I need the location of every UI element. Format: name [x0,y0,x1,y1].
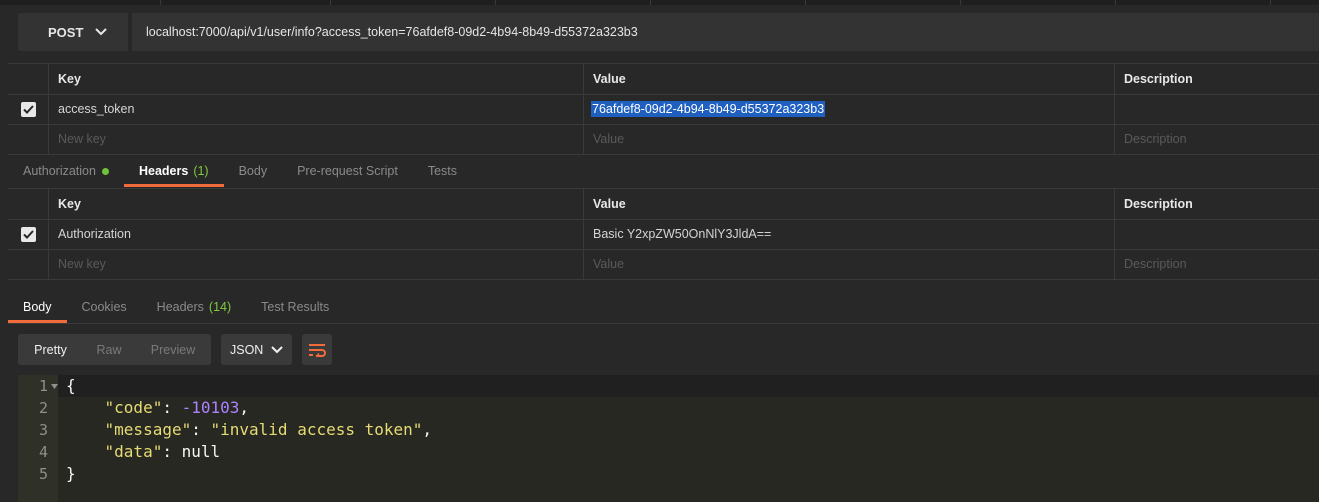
chevron-down-icon [271,345,284,353]
format-label: JSON [230,342,264,357]
request-tabs: Authorization Headers (1) Body Pre-reques… [8,155,1319,187]
tab-label: Cookies [81,300,127,314]
param-description[interactable] [1114,94,1319,124]
column-header-description: Description [1114,189,1319,219]
headers-table: Key Value Description Authorization Basi… [8,188,1319,280]
table-row-new: New key Value Description [8,124,1319,155]
new-value-input[interactable]: Value [583,249,1114,279]
method-label: POST [48,24,84,40]
json-key: "code" [104,398,163,417]
row-checkbox[interactable] [20,226,36,242]
wrap-lines-icon [309,343,326,357]
json-key: "message" [104,420,192,439]
tab-label: Body [23,300,52,314]
preview-button[interactable]: Preview [135,334,211,365]
tab-label: Test Results [261,300,330,314]
params-table: Key Value Description access_token 76afd… [8,63,1319,155]
tab-label: Headers [138,164,189,178]
headers-table-header: Key Value Description [8,188,1319,220]
param-value-cell[interactable]: 76afdef8-09d2-4b94-8b49-d55372a323b3 [583,94,1114,124]
json-string: "invalid access token" [210,420,423,439]
column-header-description: Description [1114,64,1319,94]
raw-button[interactable]: Raw [83,334,135,365]
response-tabs: Body Cookies Headers (14) Test Results [8,291,1319,323]
tab-label: Body [238,164,268,178]
table-row-new: New key Value Description [8,249,1319,280]
code-line: } [66,463,76,485]
line-number: 5 [38,465,48,483]
tab-headers[interactable]: Headers (1) [123,155,224,187]
column-header-value: Value [583,189,1114,219]
column-header-key: Key [48,189,583,219]
check-icon [22,229,34,239]
code-line: "data": null [104,442,221,461]
row-checkbox[interactable] [20,101,36,117]
new-description-input[interactable]: Description [1114,124,1319,154]
tab-test-results[interactable]: Test Results [246,291,344,323]
table-row: Authorization Basic Y2xpZW50OnNlY3JldA== [8,219,1319,250]
tab-count: (14) [208,300,232,314]
tab-response-headers[interactable]: Headers (14) [142,291,246,323]
format-dropdown[interactable]: JSON [221,334,292,365]
tab-authorization[interactable]: Authorization [8,155,124,187]
param-value: 76afdef8-09d2-4b94-8b49-d55372a323b3 [591,101,826,117]
url-input[interactable]: localhost:7000/api/v1/user/info?access_t… [132,13,1319,51]
tab-pre-request-script[interactable]: Pre-request Script [282,155,413,187]
line-number: 3 [38,421,48,439]
active-line-highlight [58,375,1319,397]
view-mode-toggle: Pretty Raw Preview [18,334,211,365]
tab-cookies[interactable]: Cookies [67,291,142,323]
json-number: -10103 [181,398,240,417]
code-line: { [66,375,76,397]
top-strip [0,0,1319,5]
line-number: 2 [38,399,48,417]
new-description-input[interactable]: Description [1114,249,1319,279]
tab-body[interactable]: Body [224,155,283,187]
header-key[interactable]: Authorization [48,219,583,249]
response-body-editor[interactable]: 1 2 3 4 5 { "code": -10103, "message": "… [18,375,1319,502]
tab-label: Authorization [23,164,96,178]
json-key: "data" [104,442,163,461]
param-key[interactable]: access_token [48,94,583,124]
line-number: 4 [38,443,48,461]
wrap-lines-button[interactable] [302,334,332,365]
header-description[interactable] [1114,219,1319,249]
tab-count: (1) [193,164,209,178]
code-line: "message": "invalid access token", [104,420,433,439]
tab-label: Pre-request Script [297,164,398,178]
chevron-down-icon [95,28,108,36]
close-brace: } [66,464,76,483]
column-header-key: Key [48,64,583,94]
open-brace: { [66,376,76,395]
fold-arrow-icon[interactable] [51,384,58,389]
method-dropdown[interactable]: POST [18,13,128,51]
column-header-value: Value [583,64,1114,94]
new-key-input[interactable]: New key [48,249,583,279]
code-line: "code": -10103, [104,398,250,417]
json-null: null [181,442,221,461]
table-row: access_token 76afdef8-09d2-4b94-8b49-d55… [8,94,1319,125]
url-text: localhost:7000/api/v1/user/info?access_t… [146,25,638,39]
params-table-header: Key Value Description [8,63,1319,95]
tab-response-body[interactable]: Body [8,291,67,323]
tab-label: Tests [427,164,458,178]
pretty-button[interactable]: Pretty [18,334,83,365]
header-value[interactable]: Basic Y2xpZW50OnNlY3JldA== [583,219,1114,249]
new-key-input[interactable]: New key [48,124,583,154]
tab-tests[interactable]: Tests [413,155,472,187]
divider [8,323,1319,324]
new-value-input[interactable]: Value [583,124,1114,154]
line-number: 1 [38,377,48,395]
status-dot-icon [101,167,109,175]
check-icon [22,104,34,114]
tab-label: Headers [156,300,204,314]
